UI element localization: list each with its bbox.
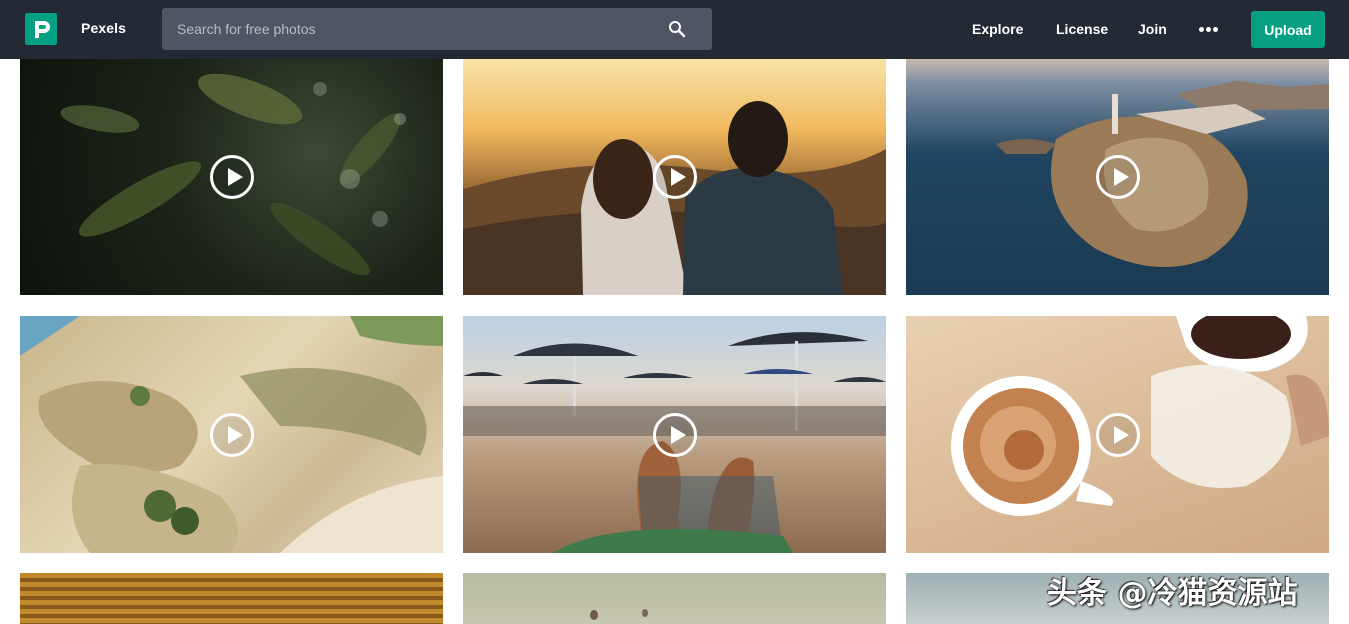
video-thumbnail-leaves[interactable] [20, 59, 443, 295]
brand-name[interactable]: Pexels [81, 20, 126, 36]
nav-join[interactable]: Join [1138, 21, 1167, 37]
search-input[interactable] [162, 8, 662, 50]
video-thumbnail-couple-sunset[interactable] [463, 59, 886, 295]
video-thumbnail-coastal-island[interactable] [906, 59, 1329, 295]
video-thumbnail-row3-2[interactable] [463, 573, 886, 624]
pexels-logo[interactable] [25, 13, 57, 45]
upload-button[interactable]: Upload [1251, 11, 1325, 48]
video-thumbnail-sand-dunes[interactable] [20, 316, 443, 553]
hot-air-balloon-image [590, 609, 648, 620]
search-icon[interactable] [668, 20, 686, 38]
video-thumbnail-row3-1[interactable] [20, 573, 443, 624]
video-thumbnail-coffee-pour[interactable] [906, 316, 1329, 553]
nav-explore[interactable]: Explore [972, 21, 1023, 37]
nav-license[interactable]: License [1056, 21, 1108, 37]
play-icon[interactable] [209, 155, 254, 199]
more-options-icon[interactable] [1199, 27, 1218, 32]
play-icon[interactable] [652, 412, 697, 457]
play-icon[interactable] [652, 155, 697, 199]
play-icon[interactable] [1095, 155, 1140, 199]
top-navbar: Pexels Explore License Join Upload [0, 0, 1349, 59]
play-icon[interactable] [209, 412, 254, 457]
logo-p-icon [35, 21, 50, 38]
video-thumbnail-beach-umbrellas[interactable] [463, 316, 886, 553]
play-icon[interactable] [1095, 412, 1140, 457]
search-bar [162, 8, 712, 50]
watermark-text: 头条 @冷猫资源站 [1047, 576, 1298, 611]
